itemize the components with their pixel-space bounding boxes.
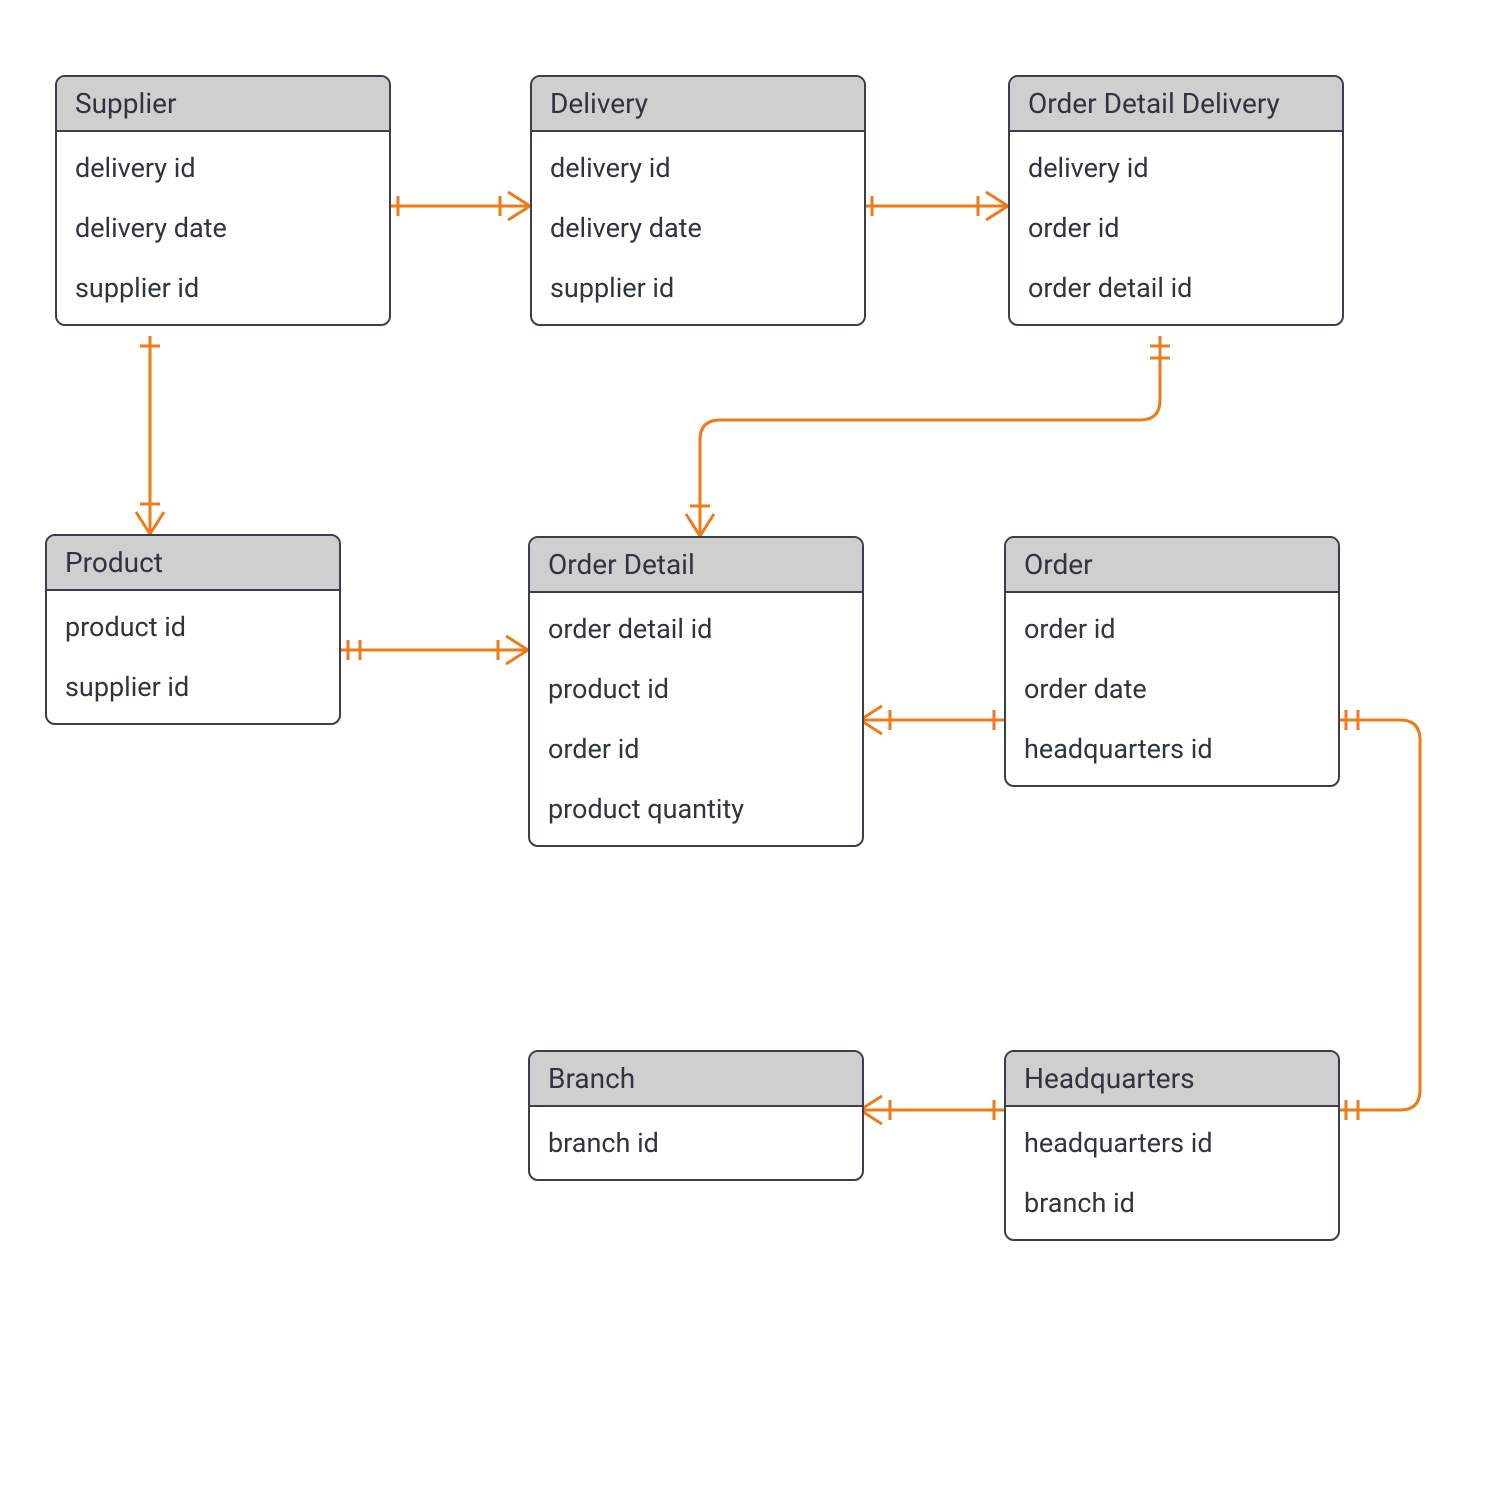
- entity-supplier: Supplier delivery id delivery date suppl…: [55, 75, 391, 326]
- attr: delivery date: [532, 198, 864, 258]
- entity-title: Order Detail Delivery: [1010, 77, 1342, 132]
- attr: order id: [1010, 198, 1342, 258]
- attr: delivery date: [57, 198, 389, 258]
- entity-order: Order order id order date headquarters i…: [1004, 536, 1340, 787]
- entity-title: Order Detail: [530, 538, 862, 593]
- attr: headquarters id: [1006, 719, 1338, 779]
- attr: order detail id: [530, 599, 862, 659]
- attr: order detail id: [1010, 258, 1342, 318]
- entity-delivery: Delivery delivery id delivery date suppl…: [530, 75, 866, 326]
- entity-title: Product: [47, 536, 339, 591]
- attr: supplier id: [47, 657, 339, 717]
- entity-order-detail: Order Detail order detail id product id …: [528, 536, 864, 847]
- attr: delivery id: [1010, 138, 1342, 198]
- attr: delivery id: [532, 138, 864, 198]
- attr: delivery id: [57, 138, 389, 198]
- entity-product: Product product id supplier id: [45, 534, 341, 725]
- attr: order id: [1006, 599, 1338, 659]
- entity-title: Headquarters: [1006, 1052, 1338, 1107]
- attr: supplier id: [532, 258, 864, 318]
- entity-headquarters: Headquarters headquarters id branch id: [1004, 1050, 1340, 1241]
- attr: order date: [1006, 659, 1338, 719]
- entity-title: Delivery: [532, 77, 864, 132]
- attr: product id: [530, 659, 862, 719]
- entity-order-detail-delivery: Order Detail Delivery delivery id order …: [1008, 75, 1344, 326]
- attr: supplier id: [57, 258, 389, 318]
- entity-title: Supplier: [57, 77, 389, 132]
- attr: headquarters id: [1006, 1113, 1338, 1173]
- attr: product id: [47, 597, 339, 657]
- entity-branch: Branch branch id: [528, 1050, 864, 1181]
- attr: branch id: [1006, 1173, 1338, 1233]
- attr: product quantity: [530, 779, 862, 839]
- entity-title: Branch: [530, 1052, 862, 1107]
- attr: branch id: [530, 1113, 862, 1173]
- entity-title: Order: [1006, 538, 1338, 593]
- er-diagram: Supplier delivery id delivery date suppl…: [0, 0, 1500, 1500]
- attr: order id: [530, 719, 862, 779]
